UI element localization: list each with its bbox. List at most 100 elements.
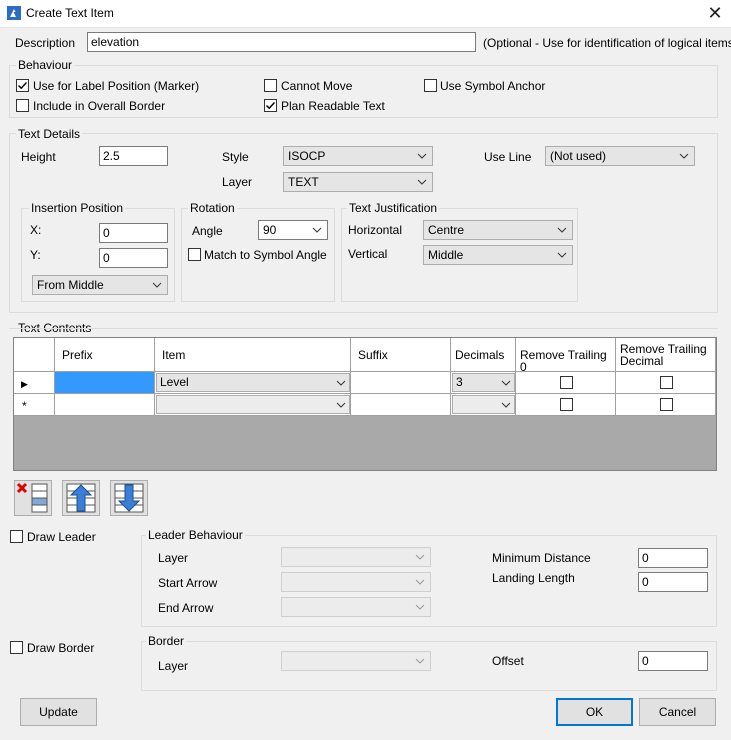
row-header[interactable]: ▶ <box>14 372 55 394</box>
chevron-down-icon <box>417 179 427 185</box>
layer-select[interactable]: TEXT <box>283 172 433 192</box>
cancel-button[interactable]: Cancel <box>639 698 716 726</box>
table-cell-decimals[interactable] <box>451 394 516 416</box>
chevron-down-icon <box>501 402 511 408</box>
column-header-decimals-label: Decimals <box>455 348 505 362</box>
chevron-down-icon <box>312 227 322 233</box>
chevron-down-icon <box>336 380 346 386</box>
column-header-remove-trailing-0-label: Remove Trailing 0 <box>520 348 607 374</box>
use-line-value: (Not used) <box>550 149 607 163</box>
chevron-down-icon <box>417 153 427 159</box>
behaviour-title: Behaviour <box>16 58 75 72</box>
height-input[interactable]: 2.5 <box>99 146 168 166</box>
checkmark-icon <box>265 101 276 110</box>
height-label: Height <box>21 150 56 164</box>
vertical-select[interactable]: Middle <box>423 245 573 265</box>
landing-length-input[interactable]: 0 <box>638 572 708 592</box>
leader-behaviour-title: Leader Behaviour <box>146 528 245 542</box>
leader-layer-label: Layer <box>158 551 189 565</box>
text-justification-title: Text Justification <box>347 201 440 215</box>
window-title: Create Text Item <box>26 6 114 20</box>
decimals-select[interactable]: 3 <box>452 373 515 392</box>
cannot-move-label: Cannot Move <box>281 79 353 93</box>
remove-trailing-0-checkbox[interactable] <box>560 398 573 411</box>
close-icon[interactable]: ✕ <box>703 2 727 24</box>
border-layer-select[interactable] <box>281 651 431 671</box>
title-bar: Create Text Item ✕ <box>0 0 731 28</box>
use-label-position-checkbox[interactable] <box>16 79 29 92</box>
end-arrow-select[interactable] <box>281 597 431 617</box>
grid-corner <box>14 338 55 372</box>
cannot-move-checkbox[interactable] <box>264 79 277 92</box>
chevron-down-icon <box>415 579 425 585</box>
horizontal-label: Horizontal <box>348 223 403 237</box>
text-contents-grid[interactable]: Prefix Item Suffix Decimals Remove Trail… <box>13 337 717 471</box>
delete-row-button[interactable] <box>14 480 52 516</box>
description-input[interactable]: elevation <box>87 32 476 52</box>
use-symbol-anchor-checkbox[interactable] <box>424 79 437 92</box>
offset-input[interactable]: 0 <box>638 651 708 671</box>
layer-value: TEXT <box>288 175 319 189</box>
angle-label: Angle <box>192 224 223 238</box>
app-logo-icon <box>7 6 21 20</box>
table-cell-remove-trailing-decimal <box>616 394 716 416</box>
column-header-remove-trailing-0[interactable]: Remove Trailing 0 <box>516 338 616 374</box>
description-hint: (Optional - Use for identification of lo… <box>483 36 731 50</box>
move-down-button[interactable] <box>110 480 148 516</box>
end-arrow-label: End Arrow <box>158 601 214 615</box>
min-distance-input[interactable]: 0 <box>638 548 708 568</box>
chevron-down-icon <box>415 604 425 610</box>
ok-button[interactable]: OK <box>556 698 633 726</box>
leader-layer-select[interactable] <box>281 547 431 567</box>
start-arrow-label: Start Arrow <box>158 576 218 590</box>
x-input[interactable]: 0 <box>99 223 168 243</box>
angle-value: 90 <box>263 223 277 237</box>
item-select[interactable] <box>156 395 350 414</box>
decimals-select[interactable] <box>452 395 515 414</box>
column-header-suffix[interactable]: Suffix <box>351 338 451 372</box>
angle-select[interactable]: 90 <box>258 220 328 240</box>
chevron-down-icon <box>336 402 346 408</box>
table-cell-decimals[interactable]: 3 <box>451 372 516 394</box>
style-value: ISOCP <box>288 149 326 163</box>
column-header-item-label: Item <box>162 348 186 362</box>
remove-trailing-0-checkbox[interactable] <box>560 376 573 389</box>
remove-trailing-decimal-checkbox[interactable] <box>660 376 673 389</box>
use-line-select[interactable]: (Not used) <box>545 146 695 166</box>
table-cell-item[interactable] <box>155 394 351 416</box>
chevron-down-icon <box>415 554 425 560</box>
column-header-remove-trailing-decimal-label: Remove Trailing Decimal <box>620 342 707 368</box>
column-header-prefix[interactable]: Prefix <box>55 338 155 372</box>
match-symbol-angle-checkbox[interactable] <box>188 248 201 261</box>
column-header-decimals[interactable]: Decimals <box>451 338 516 372</box>
rotation-title: Rotation <box>188 201 237 215</box>
horizontal-select[interactable]: Centre <box>423 220 573 240</box>
chevron-down-icon <box>679 153 689 159</box>
column-header-remove-trailing-decimal[interactable]: Remove Trailing Decimal <box>616 338 716 372</box>
item-select[interactable]: Level <box>156 373 350 392</box>
table-cell-prefix[interactable] <box>55 372 155 394</box>
text-contents-divider <box>9 328 718 329</box>
column-header-item[interactable]: Item <box>155 338 351 372</box>
draw-border-checkbox[interactable] <box>10 641 23 654</box>
min-distance-label: Minimum Distance <box>492 551 591 565</box>
table-cell-item[interactable]: Level <box>155 372 351 394</box>
layer-label: Layer <box>222 175 253 189</box>
draw-leader-checkbox[interactable] <box>10 530 23 543</box>
include-in-border-checkbox[interactable] <box>16 99 29 112</box>
table-cell-remove-trailing-decimal <box>616 372 716 394</box>
y-input[interactable]: 0 <box>99 248 168 268</box>
row-header[interactable]: * <box>14 394 55 416</box>
table-cell-suffix[interactable] <box>351 372 451 394</box>
from-select[interactable]: From Middle <box>32 275 168 295</box>
remove-trailing-decimal-checkbox[interactable] <box>660 398 673 411</box>
start-arrow-select[interactable] <box>281 572 431 592</box>
update-button[interactable]: Update <box>20 698 97 726</box>
move-up-icon <box>66 483 96 513</box>
plan-readable-checkbox[interactable] <box>264 99 277 112</box>
table-cell-prefix[interactable] <box>55 394 155 416</box>
description-label: Description <box>15 36 76 50</box>
table-cell-suffix[interactable] <box>351 394 451 416</box>
move-up-button[interactable] <box>62 480 100 516</box>
style-select[interactable]: ISOCP <box>283 146 433 166</box>
